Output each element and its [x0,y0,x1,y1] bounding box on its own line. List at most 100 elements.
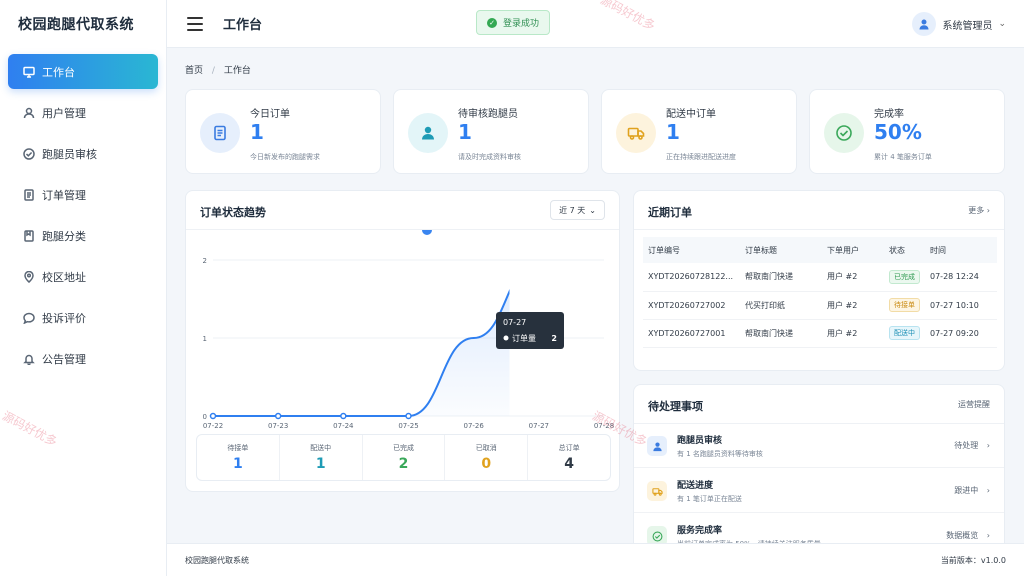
order-time: 07-27 10:10 [925,291,997,320]
pending-item-runner-review[interactable]: 跑腿员审核 有 1 名跑腿员资料等待审核 待处理 › [634,424,1004,468]
summary-label: 总订单 [558,444,580,452]
summary-cell: 已完成 2 [363,435,446,480]
bell-icon [22,352,36,366]
table-row[interactable]: XYDT20260728122... 帮取南门快递 用户 #2 已完成 07-2… [643,263,997,292]
sidebar-item-label: 投诉评价 [42,311,86,325]
menu-toggle-icon[interactable] [187,16,203,31]
order-status-cell: 配送中 [884,319,925,348]
status-badge: 配送中 [889,326,920,340]
order-status-cell: 待接单 [884,291,925,320]
order-user: 用户 #2 [822,263,884,292]
sidebar: 校园跑腿代取系统 工作台 用户管理 跑腿员审核 订单管理 跑腿分类 校区地址 投… [0,0,167,576]
stat-card-delivering: 配送中订单 1 正在持续跟进配送进度 [601,89,797,174]
sidebar-item-categories[interactable]: 跑腿分类 [8,218,158,253]
pending-icon-box [647,436,667,456]
pending-desc: 有 1 名跑腿员资料等待审核 [677,450,763,458]
breadcrumb: 首页 / 工作台 [185,63,251,76]
order-title: 帮取南门快递 [740,319,822,348]
divider [634,229,1004,230]
stat-sub: 今日新发布的跑腿需求 [250,153,320,161]
status-badge: 待接单 [889,298,920,312]
data-point [274,412,282,420]
breadcrumb-home[interactable]: 首页 [185,66,203,76]
trend-chart: 0 1 2 07-22 07-23 07-24 07-25 07-26 07-27 07-28 07… [203,230,614,430]
table-row[interactable]: XYDT20260727002 代买打印纸 用户 #2 待接单 07-27 10… [643,291,997,320]
footer-app-name: 校园跑腿代取系统 [185,555,249,565]
pending-item-delivery-progress[interactable]: 配送进度 有 1 笔订单正在配送 跟进中 › [634,469,1004,513]
user-icon [422,126,434,140]
status-summary: 待接单 1 配送中 1 已完成 2 已取消 0 总订单 4 [196,434,611,481]
stat-circle [408,113,448,153]
stat-value: 1 [666,120,680,144]
pending-tasks-card: 待处理事项 运营提醒 跑腿员审核 有 1 名跑腿员资料等待审核 待处理 › 配送… [633,384,1005,554]
stat-value: 1 [250,120,264,144]
table-row[interactable]: XYDT20260727001 帮取南门快递 用户 #2 配送中 07-27 0… [643,319,997,348]
pending-title: 服务完成率 [677,526,723,536]
ops-reminder-link[interactable]: 运营提醒 [958,399,990,410]
pending-action-label: 待处理 [954,441,979,450]
pending-title: 配送进度 [677,481,714,491]
chart-tooltip: 07-27 订单量 2 [496,312,564,349]
sidebar-item-label: 用户管理 [42,106,86,120]
sidebar-item-campus-address[interactable]: 校区地址 [8,259,158,294]
order-time: 07-28 12:24 [925,263,997,292]
x-tick-label: 07-26 [463,422,484,430]
pending-action: 跟进中 › [954,485,990,496]
order-status-cell: 已完成 [884,263,925,292]
order-id: XYDT20260728122... [643,263,740,292]
pending-title: 跑腿员审核 [677,436,723,446]
order-user: 用户 #2 [822,319,884,348]
pending-action: 待处理 › [954,440,990,451]
hover-point [420,230,434,237]
range-select[interactable]: 近 7 天 ⌄ [550,200,605,220]
footer-version: 当前版本：v1.0.0 [940,555,1006,565]
more-link[interactable]: 更多 › [968,205,990,216]
sidebar-item-announcements[interactable]: 公告管理 [8,341,158,376]
summary-value: 1 [315,456,326,472]
stat-card-pending-runners: 待审核跑腿员 1 请及时完成资料审核 [393,89,589,174]
sidebar-item-orders[interactable]: 订单管理 [8,177,158,212]
order-user: 用户 #2 [822,291,884,320]
sidebar-item-label: 跑腿分类 [42,229,86,243]
login-success-toast: ✓ 登录成功 [476,10,551,35]
stat-card-completion-rate: 完成率 50% 累计 4 笔服务订单 [809,89,1005,174]
truck-icon [651,487,663,496]
table-header-row: 订单编号 订单标题 下单用户 状态 时间 [643,237,997,263]
recent-orders-card: 近期订单 更多 › 订单编号 订单标题 下单用户 状态 时间 XYDT20260… [633,190,1005,371]
check-circle-icon [652,531,662,541]
tooltip-value: 2 [551,334,557,343]
sidebar-item-users[interactable]: 用户管理 [8,95,158,130]
app-title: 校园跑腿代取系统 [18,17,134,33]
truck-icon [627,127,645,140]
summary-value: 1 [233,456,243,472]
summary-cell: 待接单 1 [197,435,280,480]
breadcrumb-current: 工作台 [223,66,251,76]
summary-value: 4 [564,456,574,472]
monitor-icon [22,65,36,79]
x-tick-label: 07-28 [594,422,614,430]
stat-label: 今日订单 [250,109,290,120]
tooltip-series: 订单量 [512,333,536,343]
sidebar-item-dashboard[interactable]: 工作台 [8,54,158,89]
check-circle-icon [836,125,852,141]
x-tick-label: 07-24 [333,422,354,430]
order-time: 07-27 09:20 [925,319,997,348]
chat-icon [22,311,36,325]
pending-action-label: 数据概览 [946,531,979,540]
order-id: XYDT20260727002 [643,291,740,320]
column-header: 订单标题 [740,237,822,263]
column-header: 状态 [884,237,925,263]
order-title: 代买打印纸 [740,291,822,320]
y-tick-label: 2 [203,257,207,265]
sidebar-item-complaints[interactable]: 投诉评价 [8,300,158,335]
x-tick-label: 07-23 [268,422,288,430]
user-menu[interactable]: 系统管理员 ⌄ [912,12,1006,36]
tooltip-marker [503,335,509,341]
toast-text: 登录成功 [503,19,540,29]
footer: 校园跑腿代取系统 当前版本：v1.0.0 [167,543,1024,576]
orders-table: 订单编号 订单标题 下单用户 状态 时间 XYDT20260728122... … [643,237,997,348]
sidebar-item-label: 公告管理 [42,352,86,366]
sidebar-item-runner-review[interactable]: 跑腿员审核 [8,136,158,171]
summary-cell: 总订单 4 [528,435,610,480]
summary-cell: 已取消 0 [445,435,529,480]
